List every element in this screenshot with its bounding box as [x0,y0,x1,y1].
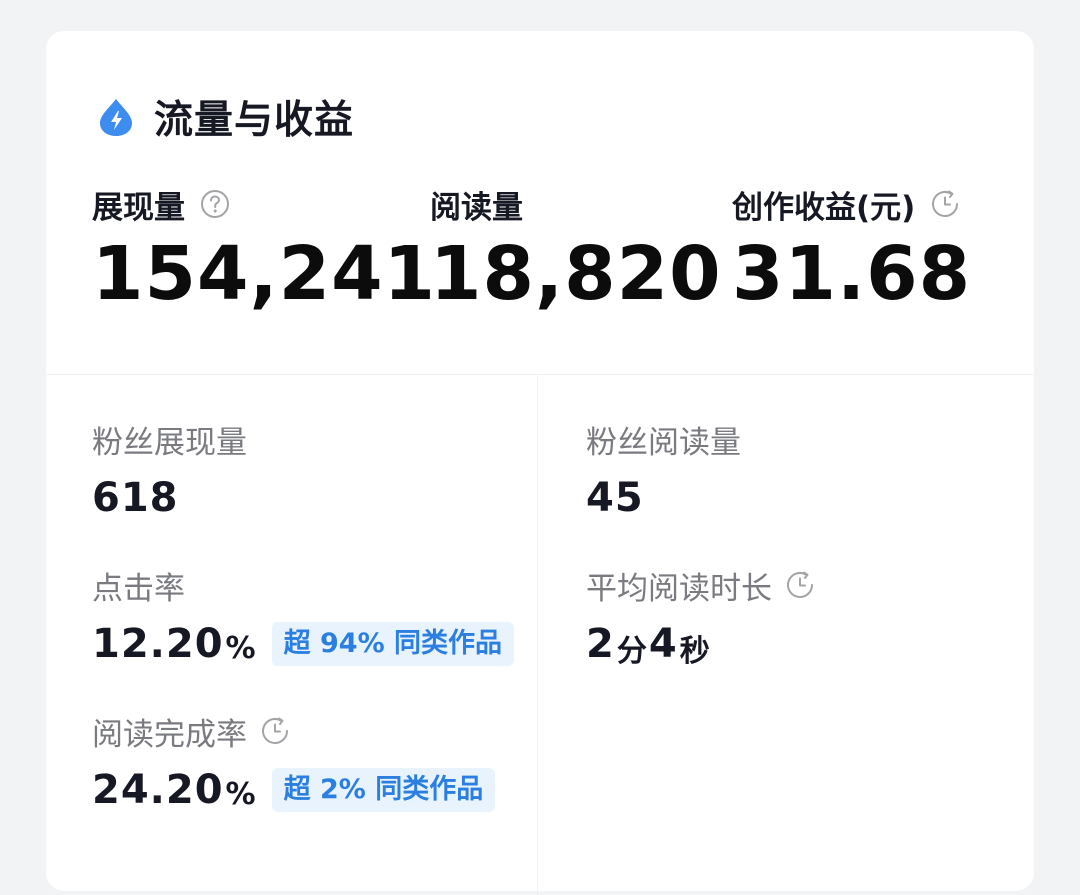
stat-fan-impressions[interactable]: 粉丝展现量 618 [92,421,247,522]
metric-label: 展现量 [92,189,185,226]
stat-value-minutes: 2 [586,621,615,667]
metric-label: 阅读量 [430,189,523,226]
comparison-badge: 超 94% 同类作品 [271,622,515,666]
traffic-revenue-card: 流量与收益 展现量 154,241 阅读量 18,820 创作收益(元) 31.… [46,31,1034,895]
stat-label: 平均阅读时长 [586,570,772,607]
divider-horizontal [46,374,1034,375]
stat-unit-seconds: 秒 [679,634,710,669]
metric-reads[interactable]: 阅读量 18,820 [430,187,722,317]
stat-value: 618 [92,475,179,521]
stat-value: 24.20 [92,767,224,813]
stat-completion-rate[interactable]: 阅读完成率 24.20 % 超 2% 同类作品 [92,713,496,813]
metric-revenue[interactable]: 创作收益(元) 31.68 [732,187,972,317]
stat-label: 粉丝阅读量 [586,424,741,461]
stat-value: 45 [586,475,644,521]
comparison-badge: 超 2% 同类作品 [271,768,496,812]
stat-fan-reads[interactable]: 粉丝阅读量 45 [586,421,741,522]
question-circle-icon[interactable] [199,188,231,220]
stat-label: 点击率 [92,570,185,607]
metric-impressions[interactable]: 展现量 154,241 [92,187,437,317]
lightning-drop-icon [100,99,132,136]
stat-value: 12.20 [92,621,224,667]
metric-value: 31.68 [732,231,972,317]
metric-value: 18,820 [430,231,722,317]
card-title: 流量与收益 [154,98,355,143]
metric-label: 创作收益(元) [732,189,916,226]
stat-avg-read-time[interactable]: 平均阅读时长 2 分 4 秒 [586,567,816,669]
clock-icon[interactable] [784,569,816,601]
card-header: 流量与收益 [96,89,354,145]
stat-label: 粉丝展现量 [92,424,247,461]
clock-icon[interactable] [929,188,961,220]
stat-click-rate[interactable]: 点击率 12.20 % 超 94% 同类作品 [92,567,515,667]
metric-value: 154,241 [92,231,437,317]
stat-unit-minutes: 分 [616,634,647,669]
stat-unit: % [225,630,256,666]
divider-vertical [537,375,538,895]
clock-icon[interactable] [259,715,291,747]
stat-value-seconds: 4 [648,621,678,667]
stat-unit: % [225,776,256,812]
stat-label: 阅读完成率 [92,716,247,753]
